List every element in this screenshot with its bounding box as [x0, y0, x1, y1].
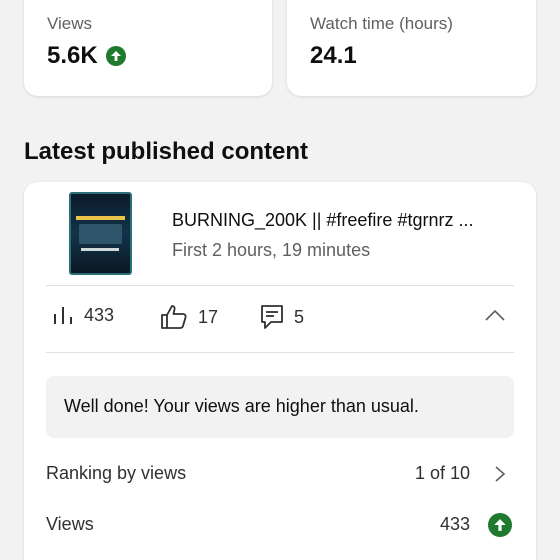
thumbnail-banner [76, 216, 125, 220]
trend-up-icon [105, 46, 126, 66]
divider [46, 352, 514, 353]
collapse-chevron-up-icon[interactable] [484, 308, 506, 327]
bar-chart-icon [54, 307, 72, 324]
views-stat-value: 5.6K [47, 42, 98, 69]
ranking-value: 1 of 10 [414, 463, 470, 483]
divider [46, 285, 514, 286]
performance-notice: Well done! Your views are higher than us… [46, 376, 514, 438]
likes-metric-value: 17 [198, 306, 219, 327]
trend-up-icon [488, 513, 512, 537]
views-stat-label: Views [47, 14, 93, 33]
views-metric: 433 [52, 304, 114, 326]
watch-time-stat-label: Watch time (hours) [310, 14, 453, 33]
video-title[interactable]: BURNING_200K || #freefire #tgrnrz ... [172, 210, 512, 231]
watch-time-stat-card[interactable]: Watch time (hours) 24.1 [287, 0, 536, 96]
ranking-row[interactable]: Ranking by views 1 of 10 [46, 461, 514, 491]
thumbnail-figure [79, 224, 122, 244]
metrics-row: 433 17 5 [46, 304, 514, 338]
notice-text: Well done! Your views are higher than us… [64, 396, 419, 416]
thumbnail-caption [81, 248, 119, 251]
views-metric-value: 433 [84, 304, 115, 325]
video-thumbnail[interactable] [69, 192, 132, 275]
comments-metric: 5 [260, 304, 304, 330]
thumbs-up-icon [161, 305, 187, 329]
section-title: Latest published content [24, 138, 309, 165]
comments-metric-value: 5 [294, 306, 305, 327]
watch-time-stat-value: 24.1 [310, 42, 357, 69]
views-row-label: Views [46, 514, 94, 534]
ranking-label: Ranking by views [46, 463, 187, 483]
views-row-value: 433 [439, 514, 470, 534]
likes-metric: 17 [160, 304, 218, 330]
views-stat-value-wrap: 5.6K [47, 42, 126, 70]
latest-content-card: BURNING_200K || #freefire #tgrnrz ... Fi… [24, 182, 536, 560]
chevron-right-icon[interactable] [494, 465, 506, 488]
views-stat-card[interactable]: Views 5.6K [24, 0, 272, 96]
views-row: Views 433 [46, 512, 514, 542]
comment-icon [261, 305, 283, 329]
video-subtitle: First 2 hours, 19 minutes [172, 240, 371, 260]
